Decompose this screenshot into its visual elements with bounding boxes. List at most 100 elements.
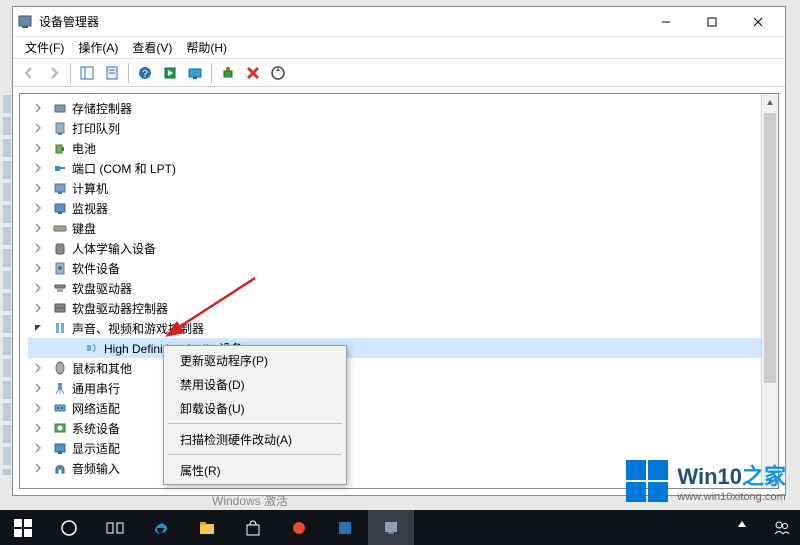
tree-node-label: 音频输入 bbox=[72, 460, 120, 477]
tree-node[interactable]: 软件设备 bbox=[28, 258, 778, 278]
minimize-button[interactable] bbox=[643, 8, 689, 36]
device-category-icon bbox=[52, 260, 68, 276]
ctx-scan-hardware[interactable]: 扫描检测硬件改动(A) bbox=[166, 427, 344, 451]
ctx-separator bbox=[168, 423, 342, 424]
watermark-brand: Win10之家 bbox=[677, 459, 786, 491]
tree-node[interactable]: 软盘驱动器控制器 bbox=[28, 298, 778, 318]
windows-logo-icon bbox=[625, 459, 669, 503]
expand-icon[interactable] bbox=[32, 262, 44, 274]
tree-node-label: 存储控制器 bbox=[72, 100, 132, 117]
uninstall-button[interactable] bbox=[241, 61, 265, 85]
show-hide-tree-button[interactable] bbox=[75, 61, 99, 85]
app-icon bbox=[17, 14, 33, 30]
tree-node-label: 监视器 bbox=[72, 200, 108, 217]
maximize-button[interactable] bbox=[689, 8, 735, 36]
menu-action[interactable]: 操作(A) bbox=[72, 37, 124, 58]
expand-icon[interactable] bbox=[32, 222, 44, 234]
properties-button[interactable] bbox=[100, 61, 124, 85]
device-tree-panel: 存储控制器打印队列电池端口 (COM 和 LPT)计算机监视器键盘人体学输入设备… bbox=[19, 93, 779, 489]
task-view-button[interactable] bbox=[92, 510, 138, 545]
separator bbox=[128, 63, 129, 83]
tree-node[interactable]: 打印队列 bbox=[28, 118, 778, 138]
tree-node-label: 声音、视频和游戏控制器 bbox=[72, 320, 204, 337]
tree-node[interactable]: 存储控制器 bbox=[28, 98, 778, 118]
tree-node[interactable]: 端口 (COM 和 LPT) bbox=[28, 158, 778, 178]
expand-icon[interactable] bbox=[32, 122, 44, 134]
tree-node[interactable]: 人体学输入设备 bbox=[28, 238, 778, 258]
expand-icon[interactable] bbox=[32, 422, 44, 434]
expand-icon[interactable] bbox=[32, 382, 44, 394]
scroll-up-button[interactable] bbox=[762, 94, 778, 111]
tree-node[interactable]: 声音、视频和游戏控制器 bbox=[28, 318, 778, 338]
expand-icon[interactable] bbox=[32, 202, 44, 214]
tree-node[interactable]: 通用串行 bbox=[28, 378, 778, 398]
ctx-disable-device[interactable]: 禁用设备(D) bbox=[166, 372, 344, 396]
expand-icon[interactable] bbox=[32, 302, 44, 314]
device-manager-window: 设备管理器 文件(F) 操作(A) 查看(V) 帮助(H) ? bbox=[12, 6, 786, 496]
expand-icon[interactable] bbox=[32, 462, 44, 474]
expand-icon[interactable] bbox=[32, 162, 44, 174]
app-icon-2[interactable] bbox=[322, 510, 368, 545]
ctx-update-driver[interactable]: 更新驱动程序(P) bbox=[166, 348, 344, 372]
expand-icon[interactable] bbox=[32, 322, 44, 334]
tree-node[interactable]: 键盘 bbox=[28, 218, 778, 238]
menu-view[interactable]: 查看(V) bbox=[126, 37, 178, 58]
vertical-scrollbar[interactable] bbox=[761, 94, 778, 488]
cortana-button[interactable] bbox=[46, 510, 92, 545]
tray-up-icon[interactable] bbox=[728, 510, 764, 545]
menu-help[interactable]: 帮助(H) bbox=[180, 37, 233, 58]
app-icon-1[interactable] bbox=[276, 510, 322, 545]
device-category-icon bbox=[52, 420, 68, 436]
help-button[interactable]: ? bbox=[133, 61, 157, 85]
tree-node[interactable]: 软盘驱动器 bbox=[28, 278, 778, 298]
scroll-thumb[interactable] bbox=[764, 113, 776, 383]
enable-button[interactable] bbox=[216, 61, 240, 85]
device-category-icon bbox=[52, 320, 68, 336]
tree-node[interactable]: 计算机 bbox=[28, 178, 778, 198]
tree-node-label: 电池 bbox=[72, 140, 96, 157]
start-button[interactable] bbox=[0, 510, 46, 545]
expand-icon[interactable] bbox=[32, 282, 44, 294]
tree-node[interactable]: 显示适配 bbox=[28, 438, 778, 458]
tree-node[interactable]: 电池 bbox=[28, 138, 778, 158]
tree-node-child[interactable]: High Definition Audio 设备 bbox=[28, 338, 778, 358]
forward-button[interactable] bbox=[42, 61, 66, 85]
tree-node-label: 人体学输入设备 bbox=[72, 240, 156, 257]
action-button[interactable] bbox=[158, 61, 182, 85]
file-explorer-icon[interactable] bbox=[184, 510, 230, 545]
update-button[interactable] bbox=[183, 61, 207, 85]
tree-node[interactable]: 鼠标和其他 bbox=[28, 358, 778, 378]
expand-icon[interactable] bbox=[32, 442, 44, 454]
device-category-icon bbox=[52, 100, 68, 116]
expand-icon[interactable] bbox=[32, 102, 44, 114]
scan-button[interactable] bbox=[266, 61, 290, 85]
audio-device-icon bbox=[84, 340, 100, 356]
tree-node-label: 键盘 bbox=[72, 220, 96, 237]
expand-icon[interactable] bbox=[32, 362, 44, 374]
tree-node[interactable]: 系统设备 bbox=[28, 418, 778, 438]
watermark: Win10之家 www.win10xitong.com bbox=[625, 459, 786, 503]
people-icon[interactable] bbox=[764, 510, 800, 545]
scroll-track[interactable] bbox=[762, 111, 778, 471]
context-menu: 更新驱动程序(P) 禁用设备(D) 卸载设备(U) 扫描检测硬件改动(A) 属性… bbox=[163, 345, 347, 485]
menubar: 文件(F) 操作(A) 查看(V) 帮助(H) bbox=[13, 37, 785, 59]
tree-node[interactable]: 网络适配 bbox=[28, 398, 778, 418]
expand-icon[interactable] bbox=[32, 402, 44, 414]
watermark-url: www.win10xitong.com bbox=[677, 491, 786, 503]
device-category-icon bbox=[52, 460, 68, 476]
menu-file[interactable]: 文件(F) bbox=[19, 37, 70, 58]
device-manager-taskbar[interactable] bbox=[368, 510, 414, 545]
expand-icon[interactable] bbox=[32, 242, 44, 254]
expand-icon[interactable] bbox=[32, 182, 44, 194]
ctx-properties[interactable]: 属性(R) bbox=[166, 458, 344, 482]
tree-node[interactable]: 监视器 bbox=[28, 198, 778, 218]
back-button[interactable] bbox=[17, 61, 41, 85]
ctx-uninstall-device[interactable]: 卸载设备(U) bbox=[166, 396, 344, 420]
expand-icon[interactable] bbox=[32, 142, 44, 154]
close-button[interactable] bbox=[735, 8, 781, 36]
device-tree[interactable]: 存储控制器打印队列电池端口 (COM 和 LPT)计算机监视器键盘人体学输入设备… bbox=[20, 94, 778, 488]
store-icon[interactable] bbox=[230, 510, 276, 545]
edge-icon[interactable] bbox=[138, 510, 184, 545]
tree-node-label: 打印队列 bbox=[72, 120, 120, 137]
titlebar: 设备管理器 bbox=[13, 7, 785, 37]
